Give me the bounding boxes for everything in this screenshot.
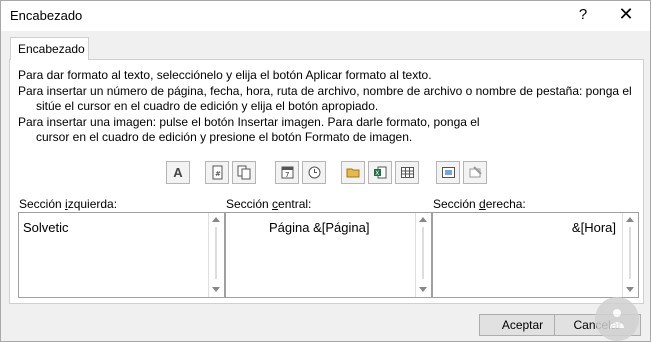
scroll-down-icon[interactable] xyxy=(212,287,220,292)
left-section-text: Solvetic xyxy=(23,220,69,235)
tab-panel: Para dar formato al texto, selecciónelo … xyxy=(9,59,644,304)
insert-picture-icon[interactable] xyxy=(436,161,460,184)
right-section-editor[interactable]: &[Hora] xyxy=(432,212,639,298)
right-section-text: &[Hora] xyxy=(571,220,616,235)
left-section-editor[interactable]: Solvetic xyxy=(18,212,225,298)
close-button[interactable]: ✕ xyxy=(615,4,637,25)
format-picture-icon[interactable] xyxy=(463,161,487,184)
scroll-up-icon[interactable] xyxy=(419,217,427,222)
center-section-text: Página &[Página] xyxy=(269,220,370,235)
insert-number-of-pages-icon[interactable] xyxy=(232,161,256,184)
insert-date-icon[interactable]: 7 xyxy=(275,161,299,184)
left-section-label: Sección izquierda: xyxy=(19,197,118,211)
format-text-glyph: A xyxy=(173,165,183,180)
instruction-line: Para insertar una imagen: pulse el botón… xyxy=(18,115,480,129)
center-section-editor[interactable]: Página &[Página] xyxy=(225,212,432,298)
insert-sheet-name-icon[interactable] xyxy=(395,161,419,184)
instruction-line: sitúe el cursor en el cuadro de edición … xyxy=(36,99,379,113)
title-bar: Encabezado ? ✕ xyxy=(1,1,650,31)
help-button[interactable]: ? xyxy=(573,6,593,23)
center-section-label: Sección central: xyxy=(226,197,312,211)
left-section-scrollbar[interactable] xyxy=(208,213,224,297)
insert-file-path-icon[interactable] xyxy=(341,161,365,184)
scroll-up-icon[interactable] xyxy=(626,217,634,222)
watermark-logo-icon xyxy=(595,297,639,341)
scrollbar-track[interactable] xyxy=(213,227,219,279)
center-section-scrollbar[interactable] xyxy=(415,213,431,297)
tab-label: Encabezado xyxy=(18,42,85,56)
scroll-down-icon[interactable] xyxy=(626,287,634,292)
tab-encabezado[interactable]: Encabezado xyxy=(10,37,89,60)
right-section-label: Sección derecha: xyxy=(433,197,526,211)
svg-text:#: # xyxy=(215,170,221,178)
instruction-line: Para dar formato al texto, selecciónelo … xyxy=(18,68,432,82)
scrollbar-track[interactable] xyxy=(627,227,633,279)
insert-page-number-icon[interactable]: # xyxy=(205,161,229,184)
scrollbar-track[interactable] xyxy=(420,227,426,279)
svg-text:7: 7 xyxy=(285,171,289,179)
format-text-icon[interactable]: A xyxy=(166,161,190,184)
insert-time-icon[interactable] xyxy=(302,161,326,184)
instruction-line: cursor en el cuadro de edición y presion… xyxy=(36,130,413,144)
instruction-line: Para insertar un número de página, fecha… xyxy=(18,84,632,98)
scroll-down-icon[interactable] xyxy=(419,287,427,292)
accept-button[interactable]: Aceptar xyxy=(479,314,566,336)
header-dialog: Encabezado ? ✕ Encabezado Para dar forma… xyxy=(0,0,651,342)
right-section-scrollbar[interactable] xyxy=(622,213,638,297)
svg-text:X: X xyxy=(375,170,379,177)
insert-file-name-icon[interactable]: X xyxy=(368,161,392,184)
dialog-title: Encabezado xyxy=(10,8,83,23)
scroll-up-icon[interactable] xyxy=(212,217,220,222)
